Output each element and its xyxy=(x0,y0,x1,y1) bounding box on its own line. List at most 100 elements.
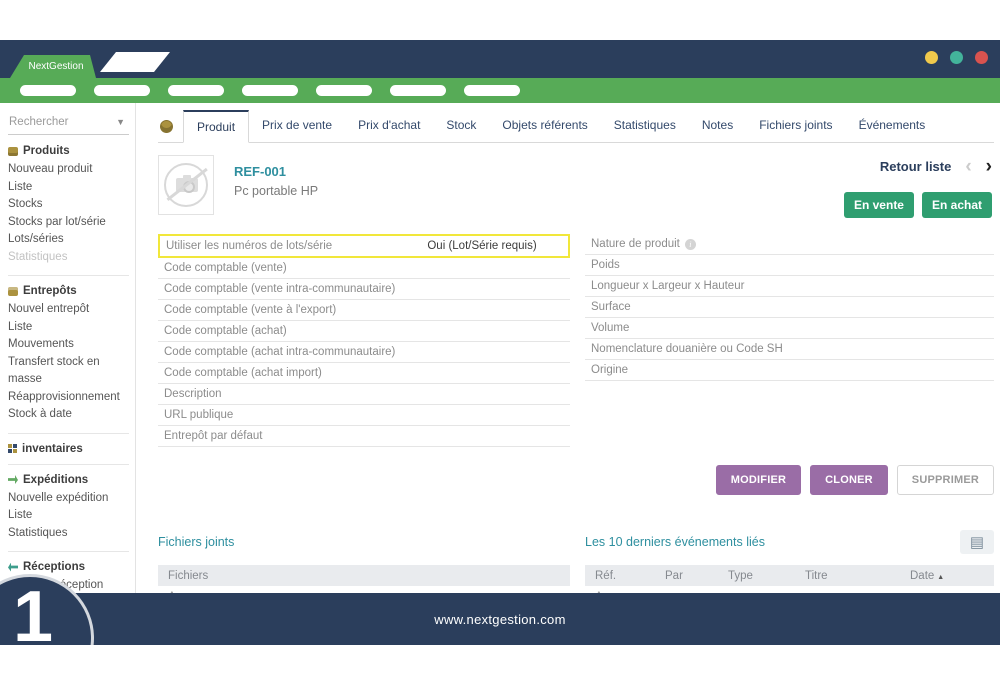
tab-statistiques[interactable]: Statistiques xyxy=(601,110,689,142)
sidebar-item[interactable]: Stocks par lot/série xyxy=(8,214,129,232)
chevron-right-icon[interactable]: › xyxy=(986,160,992,174)
supprimer-button[interactable]: SUPPRIMER xyxy=(897,465,994,495)
field-row: Surface xyxy=(585,297,994,318)
sidebar-item[interactable]: Liste xyxy=(8,507,129,525)
product-module-icon xyxy=(160,120,173,133)
field-row: Volume xyxy=(585,318,994,339)
page-number: 1 xyxy=(13,581,53,645)
field-label: Code comptable (achat intra-communautair… xyxy=(164,346,428,358)
tab-bar: ProduitPrix de ventePrix d'achatStockObj… xyxy=(158,109,994,143)
field-label: Entrepôt par défaut xyxy=(164,430,428,442)
field-row: Utiliser les numéros de lots/sérieOui (L… xyxy=(158,234,570,258)
secondary-tab[interactable] xyxy=(100,52,170,72)
sidebar-section-shipments[interactable]: Expéditions xyxy=(8,474,129,486)
field-row: Code comptable (achat intra-communautair… xyxy=(158,342,570,363)
nav-pill-placeholder[interactable] xyxy=(94,85,150,96)
tab-stock[interactable]: Stock xyxy=(433,110,489,142)
sidebar-item[interactable]: Nouvelle expédition xyxy=(8,490,129,508)
sidebar-divider xyxy=(8,551,129,552)
modifier-button[interactable]: MODIFIER xyxy=(716,465,801,495)
sidebar-item[interactable]: Nouvel entrepôt xyxy=(8,301,129,319)
sidebar-item[interactable]: Réapprovisionnement xyxy=(8,389,129,407)
nav-pill-placeholder[interactable] xyxy=(464,85,520,96)
tab-prix-d-achat[interactable]: Prix d'achat xyxy=(345,110,433,142)
window-dot-teal-icon[interactable] xyxy=(950,51,963,64)
product-header: REF-001 Pc portable HP Retour liste ‹ › … xyxy=(158,155,994,218)
fields-right-column: Nature de produitiPoidsLongueur x Largeu… xyxy=(585,234,994,381)
sidebar-section-warehouse[interactable]: Entrepôts xyxy=(8,285,129,297)
field-row: URL publique xyxy=(158,405,570,426)
sidebar-divider xyxy=(8,464,129,465)
field-row: Code comptable (vente) xyxy=(158,258,570,279)
sidebar-section-title: Réceptions xyxy=(23,561,85,573)
window-dot-red-icon[interactable] xyxy=(975,51,988,64)
sidebar-item[interactable]: Liste xyxy=(8,179,129,197)
inventory-icon xyxy=(8,444,17,453)
shipments-icon xyxy=(8,475,18,484)
field-row: Code comptable (achat import) xyxy=(158,363,570,384)
field-row: Poids xyxy=(585,255,994,276)
sidebar-item[interactable]: Statistiques xyxy=(8,525,129,543)
main-navbar xyxy=(0,78,1000,103)
field-label: Code comptable (vente à l'export) xyxy=(164,304,428,316)
footer-bar: www.nextgestion.com xyxy=(0,593,1000,645)
title-bar: NextGestion xyxy=(0,40,1000,78)
chevron-left-icon[interactable]: ‹ xyxy=(965,160,971,174)
sidebar-item[interactable]: Lots/séries xyxy=(8,231,129,249)
sidebar-search[interactable]: Rechercher ▼ xyxy=(8,113,129,135)
warehouse-icon xyxy=(8,287,18,296)
field-row: Code comptable (vente intra-communautair… xyxy=(158,279,570,300)
sidebar-item[interactable]: Transfert stock en masse xyxy=(8,354,129,389)
product-name: Pc portable HP xyxy=(234,184,318,198)
field-row: Longueur x Largeur x Hauteur xyxy=(585,276,994,297)
column-header-par: Par xyxy=(665,570,728,582)
sidebar-section-title: inventaires xyxy=(22,443,83,455)
attachments-table-header: Fichiers xyxy=(158,565,570,586)
field-row: Code comptable (vente à l'export) xyxy=(158,300,570,321)
status-badge: En achat xyxy=(922,192,992,218)
column-header-type: Type xyxy=(728,570,805,582)
tab-objets-r-f-rents[interactable]: Objets référents xyxy=(489,110,600,142)
sidebar-item[interactable]: Stocks xyxy=(8,196,129,214)
events-title: Les 10 derniers événements liés xyxy=(585,535,765,549)
nav-pill-placeholder[interactable] xyxy=(316,85,372,96)
sidebar-section-inventory[interactable]: inventaires xyxy=(8,443,129,455)
field-value: Oui (Lot/Série requis) xyxy=(427,240,536,252)
status-badges: En venteEn achat xyxy=(844,192,992,218)
events-list-button[interactable]: ▤ xyxy=(960,530,994,554)
window-controls xyxy=(925,51,988,64)
brand-tab[interactable]: NextGestion xyxy=(10,55,96,78)
field-label: Origine xyxy=(591,364,853,376)
sidebar-divider xyxy=(8,433,129,434)
tab-produit[interactable]: Produit xyxy=(183,110,249,143)
sidebar-section-products[interactable]: Produits xyxy=(8,145,129,157)
nav-pill-placeholder[interactable] xyxy=(390,85,446,96)
sidebar-item[interactable]: Liste xyxy=(8,319,129,337)
tab-notes[interactable]: Notes xyxy=(689,110,746,142)
tab--v-nements[interactable]: Événements xyxy=(846,110,939,142)
field-row: Description xyxy=(158,384,570,405)
search-placeholder: Rechercher xyxy=(9,116,68,128)
window-dot-yellow-icon[interactable] xyxy=(925,51,938,64)
field-row: Code comptable (achat) xyxy=(158,321,570,342)
nav-pill-placeholder[interactable] xyxy=(242,85,298,96)
tab-prix-de-vente[interactable]: Prix de vente xyxy=(249,110,345,142)
nav-pill-placeholder[interactable] xyxy=(20,85,76,96)
field-row: Entrepôt par défaut xyxy=(158,426,570,447)
field-label: Code comptable (achat) xyxy=(164,325,428,337)
column-header-date[interactable]: Date▲ xyxy=(910,570,944,582)
tab-fichiers-joints[interactable]: Fichiers joints xyxy=(746,110,845,142)
sidebar-section-title: Produits xyxy=(23,145,70,157)
nav-pill-placeholder[interactable] xyxy=(168,85,224,96)
sidebar-item[interactable]: Nouveau produit xyxy=(8,161,129,179)
column-header: Fichiers xyxy=(168,570,208,582)
field-label: Surface xyxy=(591,301,853,313)
sidebar: Rechercher ▼ ProduitsNouveau produitList… xyxy=(0,103,136,645)
cloner-button[interactable]: CLONER xyxy=(810,465,888,495)
sidebar-section-receptions[interactable]: Réceptions xyxy=(8,561,129,573)
back-to-list-link[interactable]: Retour liste xyxy=(880,159,952,174)
field-label: Longueur x Largeur x Hauteur xyxy=(591,280,853,292)
sidebar-item[interactable]: Stock à date xyxy=(8,406,129,424)
sidebar-item[interactable]: Mouvements xyxy=(8,336,129,354)
attachments-title: Fichiers joints xyxy=(158,535,234,549)
